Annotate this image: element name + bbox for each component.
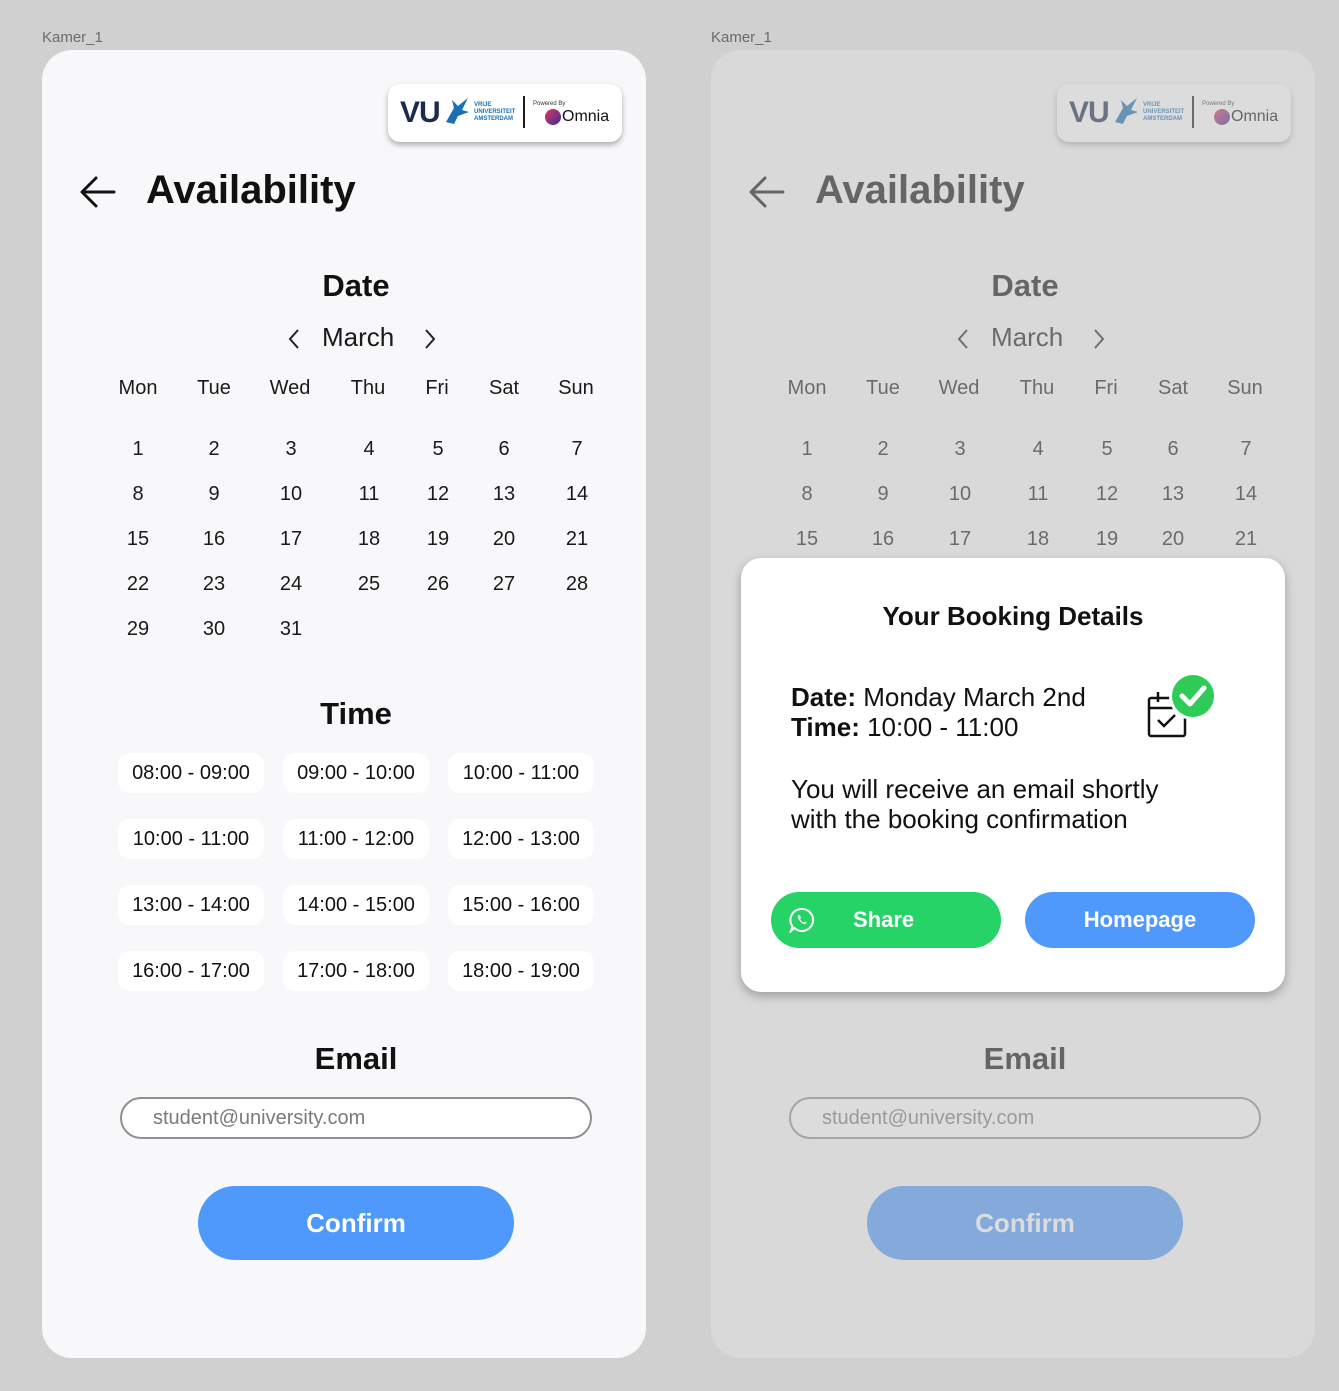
time-slot-button[interactable]: 12:00 - 13:00 xyxy=(448,819,594,859)
omnia-logo-icon xyxy=(545,109,561,125)
availability-screen-with-modal: VU VRIJE UNIVERSITEIT AMSTERDAM Powered … xyxy=(711,50,1315,1358)
weekday-label: Fri xyxy=(425,377,449,399)
calendar-day[interactable]: 14 xyxy=(547,483,607,506)
booking-details-modal: Your Booking Details Date: Monday March … xyxy=(741,558,1285,992)
time-slot-button[interactable]: 18:00 - 19:00 xyxy=(448,951,594,991)
calendar-day[interactable]: 4 xyxy=(339,438,399,461)
calendar-day[interactable]: 6 xyxy=(474,438,534,461)
vu-omnia-logo: VU VRIJE UNIVERSITEIT AMSTERDAM Powered … xyxy=(388,84,622,142)
email-input[interactable] xyxy=(120,1097,592,1139)
time-slot-button[interactable]: 16:00 - 17:00 xyxy=(118,951,264,991)
month-name: March xyxy=(322,322,395,352)
message-line-1: You will receive an email shortly xyxy=(791,774,1159,804)
calendar-day[interactable]: 31 xyxy=(261,618,321,641)
calendar-day[interactable]: 26 xyxy=(408,573,468,596)
time-slot-button[interactable]: 15:00 - 16:00 xyxy=(448,885,594,925)
share-button[interactable]: Share xyxy=(771,892,1001,948)
griffin-icon xyxy=(446,98,469,124)
weekday-label: Thu xyxy=(350,377,386,399)
calendar-day[interactable]: 12 xyxy=(408,483,468,506)
date-section-title: Date xyxy=(322,268,390,303)
time-slot-button[interactable]: 10:00 - 11:00 xyxy=(448,753,594,793)
calendar-day[interactable]: 17 xyxy=(261,528,321,551)
time-section-title: Time xyxy=(320,696,392,731)
calendar-day[interactable]: 20 xyxy=(474,528,534,551)
chevron-right-icon[interactable] xyxy=(422,328,438,350)
weekday-label: Tue xyxy=(197,377,231,399)
calendar-day[interactable]: 3 xyxy=(261,438,321,461)
calendar-day[interactable]: 27 xyxy=(474,573,534,596)
whatsapp-icon xyxy=(789,907,814,933)
calendar-check-icon xyxy=(1147,672,1217,738)
calendar-day[interactable]: 13 xyxy=(474,483,534,506)
calendar-day[interactable]: 2 xyxy=(184,438,244,461)
logo-university-name: VRIJE UNIVERSITEIT AMSTERDAM xyxy=(474,102,516,122)
calendar-day[interactable]: 25 xyxy=(339,573,399,596)
availability-screen: VU VRIJE UNIVERSITEIT AMSTERDAM Powered … xyxy=(42,50,646,1358)
time-slot-button[interactable]: 17:00 - 18:00 xyxy=(283,951,429,991)
logo-powered-by: Powered By xyxy=(533,101,566,107)
logo-divider xyxy=(523,96,525,128)
weekday-label: Sun xyxy=(558,377,594,399)
calendar-day[interactable]: 18 xyxy=(339,528,399,551)
calendar-day[interactable]: 24 xyxy=(261,573,321,596)
calendar-day[interactable]: 30 xyxy=(184,618,244,641)
calendar-day[interactable]: 22 xyxy=(108,573,168,596)
weekday-label: Wed xyxy=(269,377,311,399)
booking-date: Date: Monday March 2nd xyxy=(791,682,1086,712)
calendar-day[interactable]: 23 xyxy=(184,573,244,596)
back-arrow-icon[interactable] xyxy=(80,175,116,209)
chevron-left-icon[interactable] xyxy=(286,328,302,350)
calendar-day[interactable]: 5 xyxy=(408,438,468,461)
month-selector: March xyxy=(42,322,646,356)
calendar-day[interactable]: 7 xyxy=(547,438,607,461)
calendar-day[interactable]: 19 xyxy=(408,528,468,551)
logo-vu-text: VU xyxy=(400,96,441,129)
weekday-label: Sat xyxy=(488,377,520,399)
time-slot-button[interactable]: 13:00 - 14:00 xyxy=(118,885,264,925)
share-button-label: Share xyxy=(853,907,915,932)
homepage-button[interactable]: Homepage xyxy=(1025,892,1255,948)
calendar-day[interactable]: 10 xyxy=(261,483,321,506)
calendar-day[interactable]: 11 xyxy=(339,483,399,506)
time-slot-button[interactable]: 09:00 - 10:00 xyxy=(283,753,429,793)
time-slot-button[interactable]: 10:00 - 11:00 xyxy=(118,819,264,859)
message-line-2: with the booking confirmation xyxy=(791,804,1128,834)
time-slot-button[interactable]: 14:00 - 15:00 xyxy=(283,885,429,925)
page-title: Availability xyxy=(146,168,356,212)
email-section-title: Email xyxy=(314,1041,398,1076)
time-slot-button[interactable]: 08:00 - 09:00 xyxy=(118,753,264,793)
logo-omnia-text: Omnia xyxy=(562,108,610,125)
calendar-day[interactable]: 21 xyxy=(547,528,607,551)
time-slot-button[interactable]: 11:00 - 12:00 xyxy=(283,819,429,859)
confirm-button[interactable]: Confirm xyxy=(198,1186,514,1260)
modal-title: Your Booking Details xyxy=(882,601,1144,631)
weekday-label: Mon xyxy=(118,377,158,399)
calendar-day[interactable]: 15 xyxy=(108,528,168,551)
frame-label-1: Kamer_1 xyxy=(42,29,103,46)
calendar-day[interactable]: 8 xyxy=(108,483,168,506)
calendar-day[interactable]: 9 xyxy=(184,483,244,506)
calendar-day[interactable]: 28 xyxy=(547,573,607,596)
calendar-day[interactable]: 16 xyxy=(184,528,244,551)
booking-time: Time: 10:00 - 11:00 xyxy=(791,712,1019,742)
calendar-day[interactable]: 29 xyxy=(108,618,168,641)
frame-label-2: Kamer_1 xyxy=(711,29,772,46)
calendar-day[interactable]: 1 xyxy=(108,438,168,461)
